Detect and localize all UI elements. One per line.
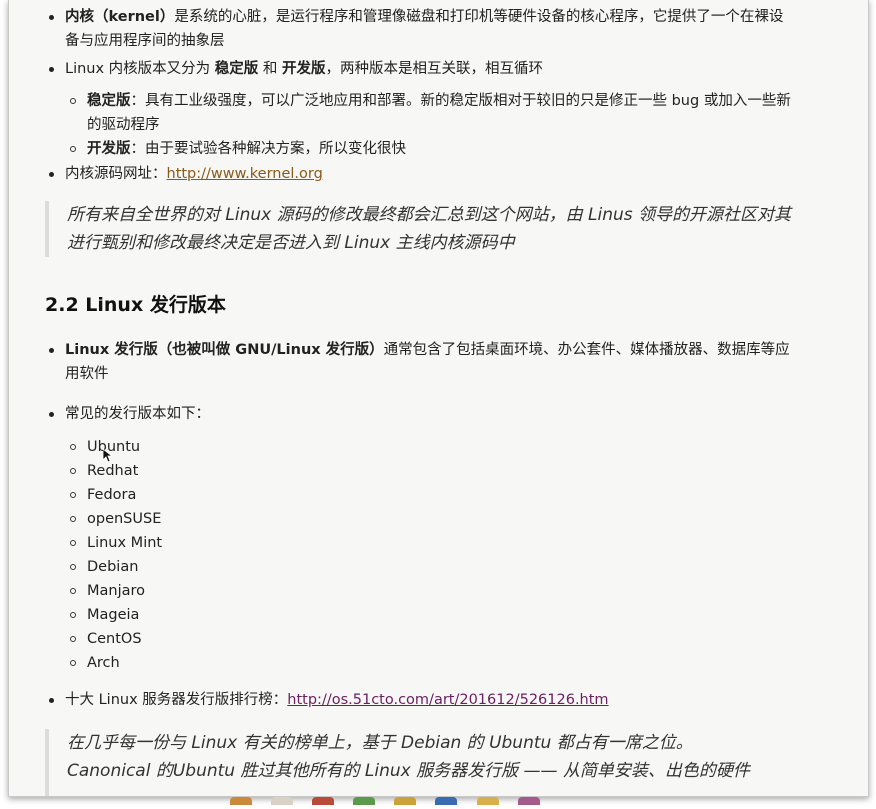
list-item: 内核（kernel）是系统的心脏，是运行程序和管理像磁盘和打印机等硬件设备的核心… [45, 5, 795, 53]
version-sublist: 稳定版：具有工业级强度，可以广泛地应用和部署。新的稳定版相对于较旧的只是修正一些… [45, 89, 805, 161]
distro-item: openSUSE [45, 507, 445, 531]
distro-list: Ubuntu Redhat Fedora openSUSE Linux Mint… [45, 435, 445, 675]
list-item: 常见的发行版本如下： [45, 402, 790, 426]
blockquote-ranking: 在几乎每一份与 Linux 有关的榜单上，基于 Debian 的 Ubuntu … [45, 729, 807, 796]
list-item: 开发版：由于要试验各种解决方案，所以变化很快 [45, 137, 805, 161]
dock-app-icon[interactable] [476, 797, 499, 805]
distro-item: CentOS [45, 627, 445, 651]
distro-item: Mageia [45, 603, 445, 627]
dock-bar [230, 790, 650, 805]
list-item: Linux 发行版（也被叫做 GNU/Linux 发行版）通常包含了包括桌面环境… [45, 338, 790, 386]
dock-app-icon[interactable] [435, 797, 458, 805]
dock-app-icon[interactable] [394, 797, 417, 805]
kernel-list: 内核（kernel）是系统的心脏，是运行程序和管理像磁盘和打印机等硬件设备的核心… [45, 5, 795, 81]
list-item: Linux 内核版本又分为 稳定版 和 开发版，两种版本是相互关联，相互循环 [45, 57, 795, 81]
list-item: 内核源码网址：http://www.kernel.org [45, 162, 795, 186]
dock-app-icon[interactable] [312, 797, 335, 805]
mouse-cursor-icon [103, 449, 113, 463]
dock-app-icon[interactable] [230, 797, 252, 805]
section-heading: 2.2 Linux 发行版本 [45, 294, 226, 316]
distro-item: Manjaro [45, 579, 445, 603]
distro-item: Debian [45, 555, 445, 579]
ranking-link[interactable]: http://os.51cto.com/art/201612/526126.ht… [287, 692, 608, 708]
distro-intro-list: Linux 发行版（也被叫做 GNU/Linux 发行版）通常包含了包括桌面环境… [45, 338, 790, 426]
dock-app-icon[interactable] [353, 797, 376, 805]
distro-item: Linux Mint [45, 531, 445, 555]
distro-item: Arch [45, 651, 445, 675]
dock-app-icon[interactable] [271, 797, 294, 805]
dock-app-icon[interactable] [517, 797, 540, 805]
list-item: 十大 Linux 服务器发行版排行榜：http://os.51cto.com/a… [45, 688, 795, 712]
distro-item: Fedora [45, 483, 445, 507]
list-item: 稳定版：具有工业级强度，可以广泛地应用和部署。新的稳定版相对于较旧的只是修正一些… [45, 89, 805, 137]
document-window: 内核（kernel）是系统的心脏，是运行程序和管理像磁盘和打印机等硬件设备的核心… [8, 0, 869, 797]
source-list: 内核源码网址：http://www.kernel.org [45, 162, 795, 186]
ranking-list: 十大 Linux 服务器发行版排行榜：http://os.51cto.com/a… [45, 688, 795, 712]
kernel-source-link[interactable]: http://www.kernel.org [167, 166, 323, 182]
blockquote-kernel: 所有来自全世界的对 Linux 源码的修改最终都会汇总到这个网站，由 Linus… [45, 201, 797, 257]
